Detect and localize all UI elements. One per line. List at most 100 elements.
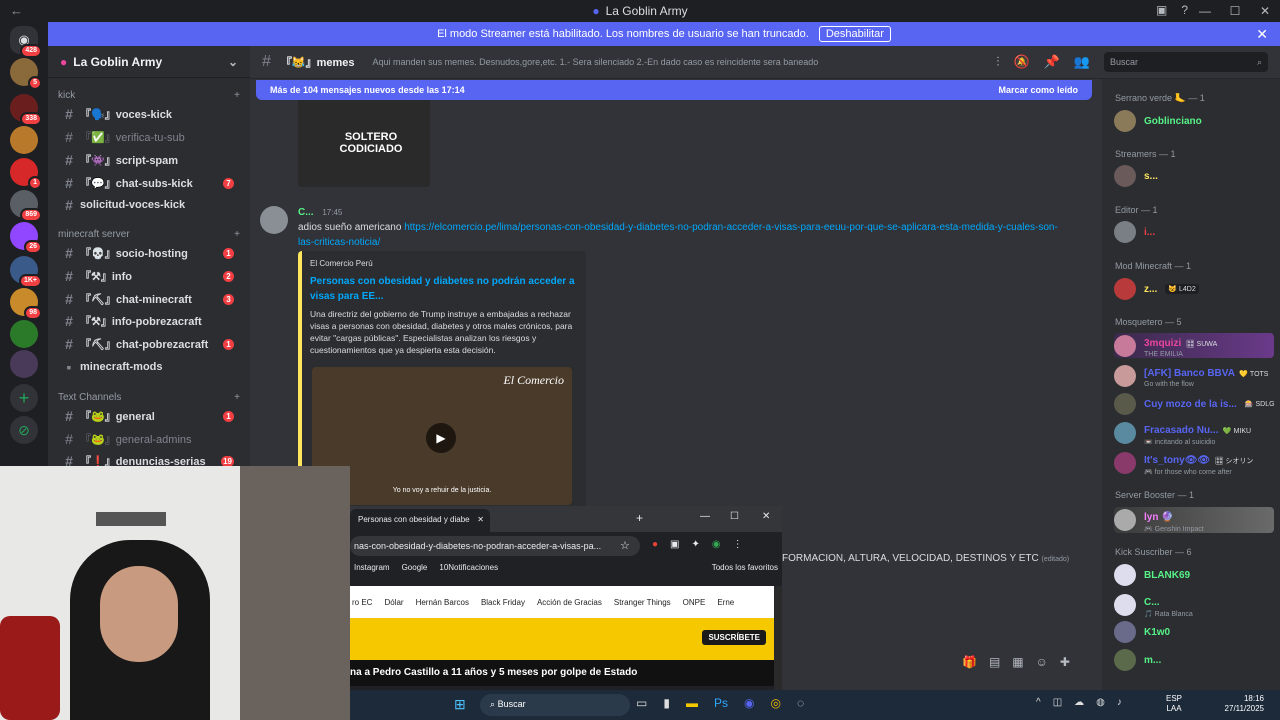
server-icon[interactable] xyxy=(10,350,38,378)
server-icon[interactable]: 1K+ xyxy=(10,256,42,288)
channel-item[interactable]: # solicitud-voces-kick xyxy=(58,195,244,215)
profile-icon[interactable]: ◉ xyxy=(712,539,721,550)
channel-item[interactable]: # 『✅』verifica-tu-sub xyxy=(58,127,244,147)
file-explorer-icon[interactable]: ▬ xyxy=(686,696,698,710)
twitch-server-icon[interactable]: 26 xyxy=(10,222,42,254)
add-channel-icon[interactable]: + xyxy=(234,90,240,101)
search-input[interactable]: Buscar ⌕ xyxy=(1104,52,1268,72)
meme-image[interactable]: SOLTERO CODICIADO xyxy=(298,89,430,187)
wifi-icon[interactable]: ◍ xyxy=(1096,697,1105,708)
site-nav-item[interactable]: Stranger Things xyxy=(614,598,671,607)
pin-icon[interactable]: 📌 xyxy=(1044,54,1060,70)
extension-icon[interactable]: ▣ xyxy=(670,539,679,550)
all-bookmarks[interactable]: Todos los favoritos xyxy=(712,563,778,572)
member-item[interactable]: Cuy mozo de la is... 🎰 SDLG xyxy=(1114,393,1275,415)
member-item[interactable]: BLANK69 xyxy=(1114,564,1190,586)
close-tab-icon[interactable]: ✕ xyxy=(477,515,484,524)
photoshop-icon[interactable]: Ps xyxy=(714,696,728,710)
clock[interactable]: 18:16 27/11/2025 xyxy=(1218,694,1264,714)
cloud-icon[interactable]: ☁ xyxy=(1074,697,1084,708)
channel-item[interactable]: ▪ minecraft-mods xyxy=(58,357,244,377)
mark-read-button[interactable]: Marcar como leído xyxy=(998,85,1078,95)
bookmark-item[interactable]: Google xyxy=(402,563,428,572)
channel-topic[interactable]: Aqui manden sus memes. Desnudos,gore,etc… xyxy=(373,57,819,67)
new-tab-icon[interactable]: + xyxy=(636,511,643,525)
apps-icon[interactable]: ✚ xyxy=(1060,655,1070,669)
server-icon[interactable]: 869 xyxy=(10,190,42,222)
emoji-icon[interactable]: ☺ xyxy=(1036,655,1048,669)
task-view-icon[interactable]: ▭ xyxy=(636,696,647,710)
tray-icon[interactable]: ◫ xyxy=(1053,697,1062,708)
channel-item[interactable]: # 『🐸』general 1 xyxy=(58,406,244,426)
extension-icon[interactable]: ● xyxy=(652,539,658,550)
explore-icon[interactable]: ⊘ xyxy=(10,416,38,444)
close-icon[interactable]: ✕ xyxy=(762,511,770,522)
server-icon[interactable]: 338 xyxy=(10,94,42,126)
inbox-icon[interactable]: ▣ xyxy=(1156,3,1167,17)
bookmark-item[interactable]: 10Notificaciones xyxy=(439,563,498,572)
minimize-icon[interactable]: — xyxy=(1190,4,1220,18)
add-server-icon[interactable]: + xyxy=(10,384,38,412)
breaking-headline[interactable]: na a Pedro Castillo a 11 años y 5 meses … xyxy=(350,660,774,686)
app-icon[interactable]: ▮ xyxy=(663,696,670,710)
server-icon[interactable] xyxy=(10,320,38,348)
play-icon[interactable]: ▶ xyxy=(426,423,456,453)
discord-home-icon[interactable]: ◉ 428 xyxy=(10,26,42,58)
disable-streamer-button[interactable]: Deshabilitar xyxy=(818,26,891,42)
gift-icon[interactable]: 🎁 xyxy=(962,655,977,669)
site-nav-item[interactable]: Erne xyxy=(717,598,734,607)
scrollbar[interactable] xyxy=(774,586,782,690)
notifications-icon[interactable]: 🔕 xyxy=(1013,54,1029,70)
site-nav-item[interactable]: Hernán Barcos xyxy=(416,598,469,607)
guild-header[interactable]: ● La Goblin Army ⌄ xyxy=(48,46,250,78)
new-messages-bar[interactable]: Más de 104 mensajes nuevos desde las 17:… xyxy=(256,80,1092,100)
member-item[interactable]: s... xyxy=(1114,165,1158,187)
taskbar-search[interactable]: ⌕ Buscar xyxy=(480,694,630,716)
maximize-icon[interactable]: ☐ xyxy=(730,511,739,522)
member-item[interactable]: z... 😺 L4D2 xyxy=(1114,278,1199,300)
maximize-icon[interactable]: ☐ xyxy=(1220,4,1250,18)
channel-item[interactable]: # 『⚒』info 2 xyxy=(58,266,244,286)
avatar[interactable] xyxy=(260,206,288,234)
browser-tab[interactable]: Personas con obesidad y diabe ✕ xyxy=(350,509,490,532)
channel-item[interactable]: # 『💬』chat-subs-kick 7 xyxy=(58,173,244,193)
category-kick[interactable]: kick + xyxy=(58,90,240,101)
close-icon[interactable]: ✕ xyxy=(1256,26,1268,43)
category-minecraft[interactable]: minecraft server + xyxy=(58,229,240,240)
member-item[interactable]: It's_tony👁👁 🎛 シオリン 🎮 for those who come a… xyxy=(1114,450,1253,476)
add-channel-icon[interactable]: + xyxy=(234,229,240,240)
server-icon[interactable]: 5 xyxy=(10,58,42,90)
embed-video[interactable]: El Comercio ▶ Yo no voy a rehuir de la j… xyxy=(312,367,572,505)
channel-item[interactable]: # 『⛏』chat-pobrezacraft 1 xyxy=(58,334,244,354)
close-icon[interactable]: ✕ xyxy=(1250,4,1280,18)
members-icon[interactable]: 👥 xyxy=(1074,54,1090,70)
member-item[interactable]: [AFK] Banco BBVA 💛 TOTS Go with the flow xyxy=(1114,363,1268,388)
chrome-icon[interactable]: ◎ xyxy=(770,696,780,710)
address-bar[interactable]: nas-con-obesidad-y-diabetes-no-podran-ac… xyxy=(350,536,640,556)
channel-item[interactable]: # 『🗣️』voces-kick xyxy=(58,104,244,124)
member-item[interactable]: 3mquizi 🎛 SUWA THE EMILIA xyxy=(1114,333,1274,358)
sticker-icon[interactable]: ▦ xyxy=(1012,655,1023,669)
member-item[interactable]: C... 🎵 Rata Blanca xyxy=(1114,592,1193,618)
minimize-icon[interactable]: — xyxy=(700,511,710,522)
channel-item[interactable]: # 『⛏』chat-minecraft 3 xyxy=(58,289,244,309)
gif-icon[interactable]: ▤ xyxy=(989,655,1000,669)
site-nav-item[interactable]: ro EC xyxy=(352,598,372,607)
back-arrow-icon[interactable]: ← xyxy=(10,3,23,18)
message-link[interactable]: https://elcomercio.pe/lima/personas-con-… xyxy=(298,222,1058,248)
channel-item[interactable]: # 『👾』script-spam xyxy=(58,150,244,170)
message-author[interactable]: C... xyxy=(298,207,314,218)
language-indicator[interactable]: ESP LAA xyxy=(1166,694,1182,714)
help-icon[interactable]: ? xyxy=(1181,3,1188,17)
member-item[interactable]: m... xyxy=(1114,649,1161,671)
subscribe-button[interactable]: SUSCRÍBETE xyxy=(702,630,766,645)
bookmark-item[interactable]: Instagram xyxy=(354,563,390,572)
server-icon[interactable] xyxy=(10,126,38,154)
channel-item[interactable]: # 『🐸』general-admins xyxy=(58,429,244,449)
member-item[interactable]: lyn 🔮 🎮 Genshin Impact xyxy=(1114,507,1274,533)
site-nav-item[interactable]: Black Friday xyxy=(481,598,525,607)
server-icon[interactable]: 98 xyxy=(10,288,42,320)
member-item[interactable]: Goblinciano xyxy=(1114,110,1202,132)
server-icon[interactable]: 1 xyxy=(10,158,42,190)
embed-title[interactable]: Personas con obesidad y diabetes no podr… xyxy=(310,274,578,304)
